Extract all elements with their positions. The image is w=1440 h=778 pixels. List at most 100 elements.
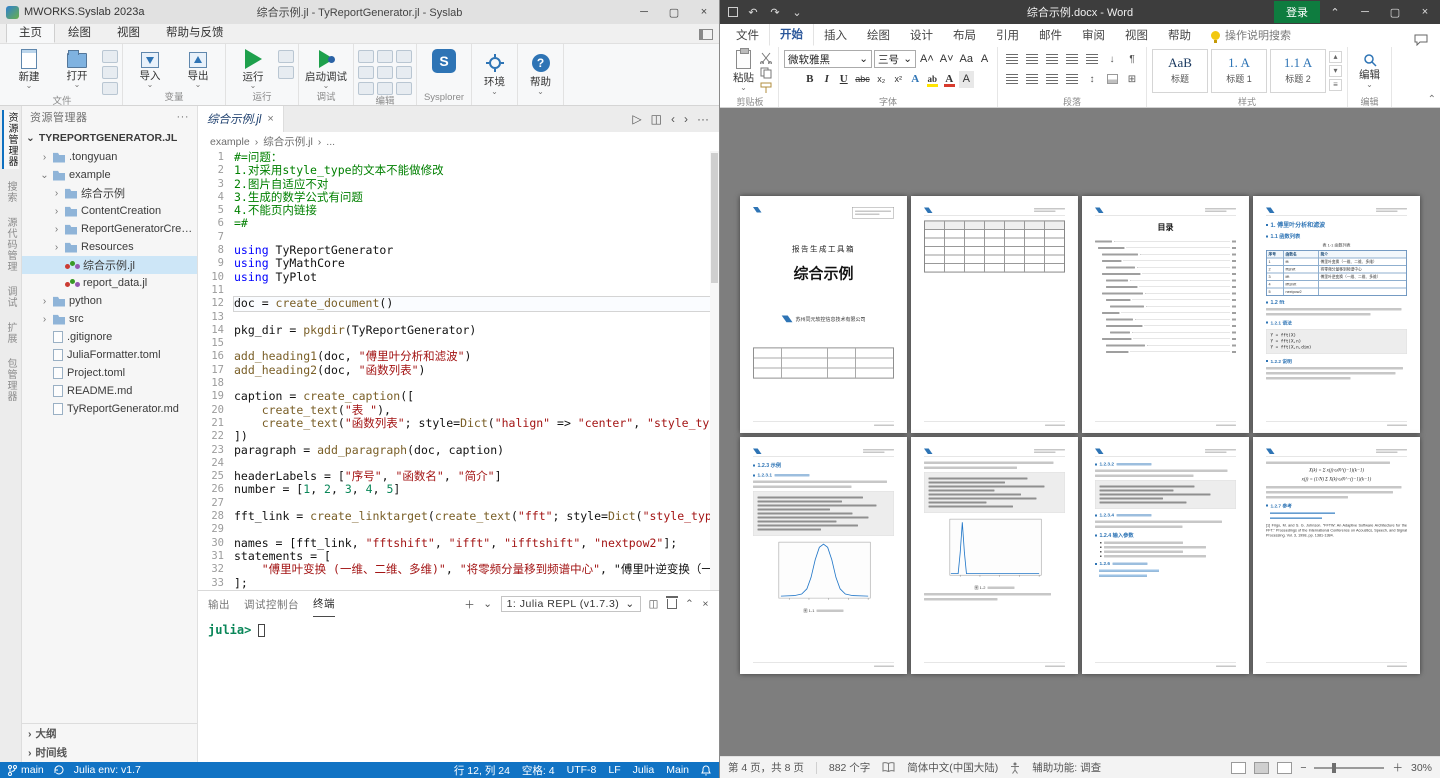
page-thumbnail-7[interactable]: 1.2.3.2 1.2.3.4 1.2.4 输入参数 1.2.6 [1082,437,1249,674]
forward-icon[interactable]: › [684,112,688,126]
style-heading1[interactable]: 1. A 标题 1 [1211,49,1267,93]
code-line[interactable]: doc = create_document() [234,297,719,310]
zoom-out-icon[interactable]: − [1300,762,1306,774]
code-editor[interactable]: 1234567891011121314151617181920212223242… [198,151,719,590]
style-heading2[interactable]: 1.1 A 标题 2 [1270,49,1326,93]
terminal-content[interactable]: julia> [198,617,719,762]
comment-icon[interactable] [358,50,374,63]
font-size-select[interactable]: 三号 ⌄ [874,50,916,68]
tab-review[interactable]: 审阅 [1072,24,1115,46]
save-all-icon[interactable] [102,66,118,79]
accessibility-item[interactable]: 辅助功能: 调查 [1032,760,1101,775]
editing-button[interactable]: 编辑 ⌄ [1353,49,1386,94]
tab-file[interactable]: 文件 [726,24,769,46]
more-actions-icon[interactable]: ··· [697,112,709,126]
close-button[interactable]: × [1410,0,1440,24]
gallery-more-icon[interactable]: ≡ [1329,79,1342,91]
page-thumbnail-8[interactable]: X(k) = Σ x(j)·ωN^(j−1)(k−1) x(j) = (1/N)… [1253,437,1420,674]
save-icon[interactable] [102,50,118,63]
code-line[interactable] [234,377,719,390]
twisty-icon[interactable]: › [52,242,61,253]
code-line[interactable]: 2.图片自适应不对 [234,178,719,191]
environment-button[interactable]: 环境 ⌄ [472,44,518,105]
twisty-icon[interactable]: › [52,206,61,217]
back-icon[interactable]: ‹ [671,112,675,126]
code-line[interactable]: number = [1, 2, 3, 4, 5] [234,483,719,496]
decrease-indent-icon[interactable] [1063,51,1081,68]
font-color-button[interactable]: A [942,71,957,88]
tab-layout[interactable]: 布局 [943,24,986,46]
menu-tab-home[interactable]: 主页 [6,21,55,43]
code-line[interactable]: add_heading1(doc, "傅里叶分析和滤波") [234,350,719,363]
close-tab-icon[interactable]: × [267,113,273,125]
new-terminal-icon[interactable]: ＋ [464,597,475,612]
copy-icon[interactable] [760,67,773,79]
zoom-level[interactable]: 30% [1411,762,1432,774]
shading-icon[interactable] [1103,71,1121,88]
customize-qat-icon[interactable]: ⌄ [790,5,804,19]
tree-item-report_data.jl[interactable]: report_data.jl [22,274,197,292]
tab-design[interactable]: 设计 [900,24,943,46]
timeline-section[interactable]: › 时间线 [22,743,197,762]
tree-item-python[interactable]: ›python [22,292,197,310]
maximize-button[interactable]: ▢ [1380,0,1410,24]
menu-tab-help[interactable]: 帮助与反馈 [153,21,237,43]
breadcrumb-item[interactable]: 综合示例.jl [263,134,313,149]
code-line[interactable]: statements = [ [234,550,719,563]
bold-button[interactable]: B [802,71,817,88]
open-button[interactable]: 打开 ⌄ [54,46,100,88]
cursor-position-item[interactable]: 行 12, 列 24 [454,763,510,778]
bookmark-icon[interactable] [396,50,412,63]
bookmark-next-icon[interactable] [396,66,412,79]
multilevel-list-icon[interactable] [1043,51,1061,68]
underline-button[interactable]: U [836,71,851,88]
code-line[interactable]: using TyReportGenerator [234,244,719,257]
twisty-icon[interactable]: ⌄ [40,170,49,181]
run-section-icon[interactable] [278,50,294,63]
page-thumbnail-2[interactable] [911,196,1078,433]
kill-terminal-icon[interactable] [667,599,677,609]
code-line[interactable]: headerLabels = ["序号", "函数名", "简介"] [234,470,719,483]
zoom-in-icon[interactable]: ＋ [1392,760,1403,775]
breadcrumb-item[interactable]: example [210,136,250,148]
twisty-icon[interactable]: › [40,314,49,325]
eol-item[interactable]: LF [608,764,620,776]
code-line[interactable]: caption = create_caption([ [234,390,719,403]
sysplorer-button[interactable]: S [421,46,467,75]
bullets-icon[interactable] [1003,51,1021,68]
maximize-panel-icon[interactable]: ⌃ [685,598,694,610]
clear-formatting-button[interactable]: A [977,51,992,68]
start-debug-button[interactable]: 启动调试 ⌄ [303,46,349,89]
panel-tab-output[interactable]: 输出 [208,592,230,617]
code-line[interactable]: ]; [234,577,719,590]
code-line[interactable]: add_heading2(doc, "函数列表") [234,364,719,377]
activity-item-extensions[interactable]: 扩展 [3,320,18,346]
minimize-button[interactable]: ─ [1350,0,1380,24]
help-button[interactable]: ? 帮助 ⌄ [518,44,564,105]
twisty-icon[interactable]: › [52,224,61,235]
code-line[interactable]: 4.不能页内链接 [234,204,719,217]
run-file-icon[interactable]: ▷ [632,112,641,126]
code-line[interactable]: ]) [234,430,719,443]
document-area[interactable]: 报告生成工具箱 综合示例 苏州同元软控信息技术有限公司 目录 [720,108,1440,756]
tree-item-src[interactable]: ›src [22,310,197,328]
maximize-button[interactable]: ▢ [659,0,689,24]
close-panel-icon[interactable]: × [702,598,709,610]
split-editor-icon[interactable]: ◫ [651,112,662,126]
redo-icon[interactable]: ↷ [768,5,782,19]
format-icon[interactable] [358,82,374,95]
zoom-slider-thumb[interactable] [1332,763,1336,773]
code-line[interactable] [234,311,719,324]
code-line[interactable]: paragraph = add_paragraph(doc, caption) [234,444,719,457]
code-line[interactable]: names = [fft_link, "fftshift", "ifft", "… [234,537,719,550]
code-line[interactable] [234,497,719,510]
tree-item-README.md[interactable]: README.md [22,382,197,400]
page-thumbnail-3[interactable]: 目录 [1082,196,1249,433]
minimize-button[interactable]: ─ [629,0,659,24]
code-line[interactable] [234,457,719,470]
grow-font-button[interactable]: A˄ [918,51,936,68]
format-painter-icon[interactable] [760,82,773,94]
activity-item-explorer[interactable]: 资源管理器 [2,110,19,169]
module-item[interactable]: Main [666,764,689,776]
page-thumbnail-5[interactable]: 1.2.3 示例 1.2.3.1 图 1-1 [740,437,907,674]
